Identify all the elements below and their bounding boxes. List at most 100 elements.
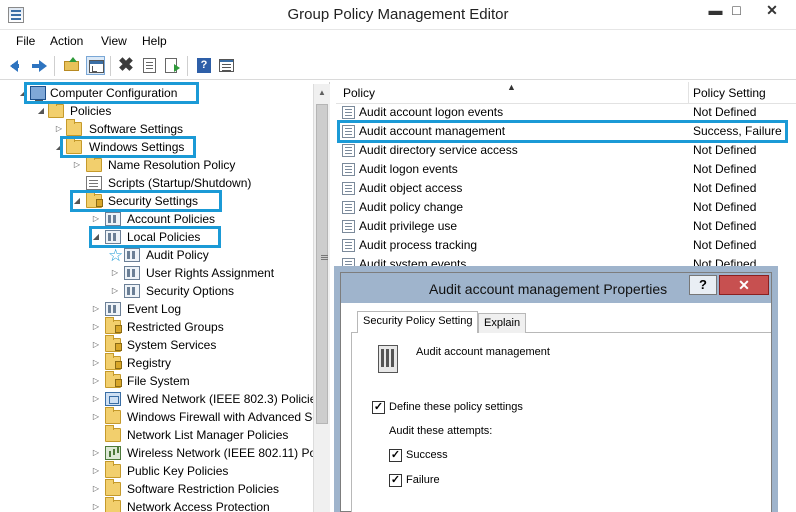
menu-action[interactable]: Action <box>50 34 83 48</box>
dialog-close-button[interactable]: ✕ <box>719 275 769 295</box>
expand-icon[interactable]: ▷ <box>91 408 101 426</box>
sort-ascending-icon: ▲ <box>507 82 516 92</box>
expand-icon[interactable]: ▷ <box>91 300 101 318</box>
expand-icon[interactable]: ▷ <box>91 498 101 512</box>
column-header-policy-setting[interactable]: Policy Setting <box>693 82 766 104</box>
forward-arrow-icon[interactable] <box>30 56 49 75</box>
security-folder-icon <box>105 317 122 334</box>
folder-icon <box>105 479 121 496</box>
expand-icon[interactable]: ▷ <box>91 390 101 408</box>
back-arrow-icon[interactable] <box>8 56 27 75</box>
close-window-button[interactable]: ✕ <box>752 1 792 22</box>
audit-policy-icon <box>342 239 355 252</box>
dialog-title: Audit account management Properties <box>429 281 668 297</box>
folder-icon <box>105 407 121 424</box>
scroll-up-icon[interactable]: ▲ <box>314 84 330 101</box>
highlight-box <box>70 190 222 212</box>
list-row[interactable]: Audit policy change Not Defined <box>336 198 796 217</box>
dialog-tabs: Security Policy Setting Explain <box>351 311 771 334</box>
title-bar: Group Policy Management Editor ▬ □ ✕ <box>0 0 796 30</box>
expand-icon[interactable]: ▷ <box>91 462 101 480</box>
policy-icon <box>105 212 121 226</box>
scroll-thumb[interactable] <box>316 104 328 424</box>
policy-icon <box>124 266 140 280</box>
expand-icon[interactable]: ▷ <box>110 282 120 300</box>
expand-icon[interactable]: ▷ <box>91 318 101 336</box>
audit-policy-icon <box>342 182 355 195</box>
audit-policy-icon <box>342 201 355 214</box>
highlight-box <box>89 226 221 248</box>
tree-scrollbar[interactable]: ▲ <box>313 84 330 512</box>
properties-icon[interactable] <box>140 56 159 75</box>
window-title: Group Policy Management Editor <box>287 6 509 23</box>
audit-policy-icon <box>342 106 355 119</box>
network-icon <box>105 392 121 406</box>
list-row[interactable]: Audit logon events Not Defined <box>336 160 796 179</box>
console-tree: ◢ Computer Configuration ◢ Policies ▷ So… <box>0 82 330 512</box>
tab-security-policy-setting[interactable]: Security Policy Setting <box>357 311 479 334</box>
expand-icon[interactable]: ▷ <box>91 480 101 498</box>
properties-dialog: Audit account management Properties ? ✕ … <box>340 272 772 512</box>
maximize-button[interactable]: □ <box>723 1 750 22</box>
checkbox-checked-icon[interactable]: ✓ <box>389 474 402 487</box>
toolbar-separator <box>187 56 188 76</box>
folder-icon <box>105 461 121 478</box>
audit-policy-icon <box>342 220 355 233</box>
toolbar-separator <box>54 56 55 76</box>
highlight-box <box>24 82 199 104</box>
expand-icon[interactable]: ▷ <box>91 336 101 354</box>
audit-attempts-label: Audit these attempts: <box>389 425 493 437</box>
security-folder-icon <box>105 353 122 370</box>
folder-icon <box>86 155 102 172</box>
expand-icon[interactable]: ▷ <box>110 264 120 282</box>
list-row[interactable]: Audit privilege use Not Defined <box>336 217 796 236</box>
wireless-icon <box>105 446 121 460</box>
star-icon: ☆ <box>108 246 124 265</box>
list-row[interactable]: Audit directory service access Not Defin… <box>336 141 796 160</box>
show-hide-action-pane-icon[interactable] <box>217 56 236 75</box>
dialog-help-button[interactable]: ? <box>689 275 717 295</box>
checkbox-checked-icon[interactable]: ✓ <box>389 449 402 462</box>
list-row[interactable]: Audit object access Not Defined <box>336 179 796 198</box>
highlight-box <box>60 136 196 158</box>
menu-view[interactable]: View <box>101 34 127 48</box>
audit-policy-icon <box>342 144 355 157</box>
dialog-title-bar: Audit account management Properties ? ✕ <box>341 273 771 303</box>
checkbox-checked-icon[interactable]: ✓ <box>372 401 385 414</box>
collapse-icon[interactable]: ◢ <box>36 102 46 120</box>
list-row[interactable]: Audit process tracking Not Defined <box>336 236 796 255</box>
menu-file[interactable]: File <box>16 34 35 48</box>
column-header-policy[interactable]: Policy <box>343 82 375 104</box>
toolbar-separator <box>110 56 111 76</box>
help-icon[interactable]: ? <box>194 56 213 75</box>
folder-icon <box>105 425 121 442</box>
security-folder-icon <box>105 371 122 388</box>
policy-icon <box>124 248 140 262</box>
policy-icon <box>124 284 140 298</box>
highlight-box <box>337 120 788 143</box>
export-list-icon[interactable] <box>163 56 182 75</box>
audit-policy-icon <box>342 258 355 271</box>
up-one-level-icon[interactable] <box>62 56 81 75</box>
security-folder-icon <box>105 335 122 352</box>
toolbar: ✖ ? <box>0 52 796 80</box>
folder-icon <box>48 101 64 118</box>
tab-explain[interactable]: Explain <box>478 313 527 333</box>
script-icon <box>86 176 102 190</box>
policy-icon <box>105 302 121 316</box>
show-hide-console-tree-icon[interactable] <box>86 56 105 75</box>
dialog-body: Audit account management ✓ Define these … <box>351 333 771 512</box>
expand-icon[interactable]: ▷ <box>91 372 101 390</box>
menu-help[interactable]: Help <box>142 34 167 48</box>
list-header: Policy ▲ Policy Setting <box>336 82 796 104</box>
menu-bar: File Action View Help <box>0 31 796 51</box>
audit-policy-icon <box>372 343 404 375</box>
column-divider[interactable] <box>688 82 689 104</box>
folder-icon <box>105 497 121 512</box>
delete-icon[interactable]: ✖ <box>117 55 136 76</box>
expand-icon[interactable]: ▷ <box>72 156 82 174</box>
expand-icon[interactable]: ▷ <box>91 354 101 372</box>
audit-policy-icon <box>342 163 355 176</box>
dialog-policy-name: Audit account management <box>416 346 550 358</box>
expand-icon[interactable]: ▷ <box>91 444 101 462</box>
